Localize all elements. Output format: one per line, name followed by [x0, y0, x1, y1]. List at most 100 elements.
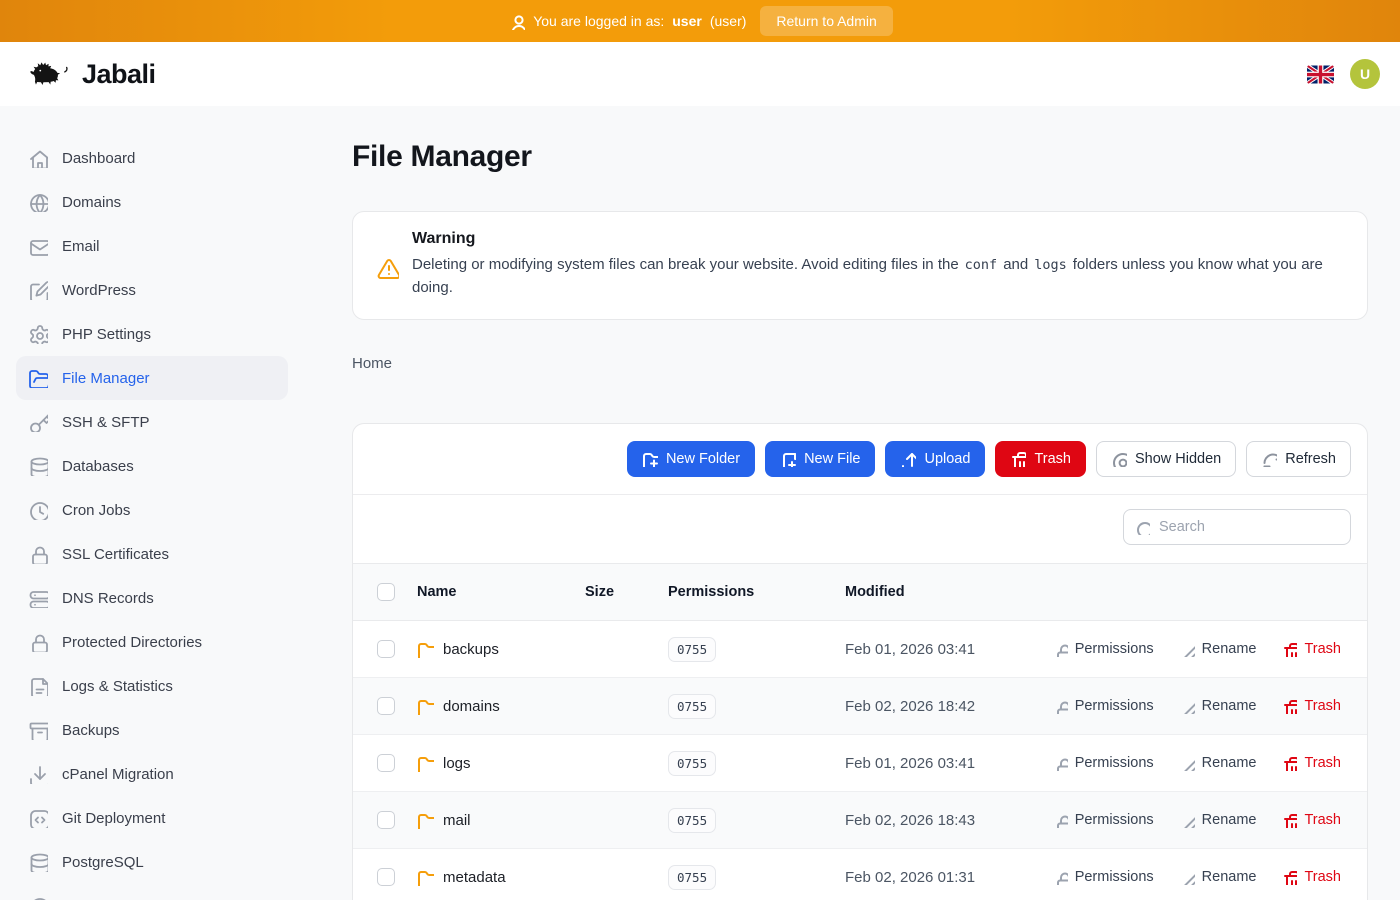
sidebar-item-ssl-certificates[interactable]: SSL Certificates — [16, 532, 288, 576]
table-row: logs 0755 Feb 01, 2026 03:41 Permissions… — [353, 735, 1367, 792]
sidebar-item-databases[interactable]: Databases — [16, 444, 288, 488]
trash-icon — [1282, 642, 1297, 657]
user-avatar[interactable]: U — [1350, 59, 1380, 89]
lock-icon — [1053, 870, 1068, 885]
permissions-action[interactable]: Permissions — [1053, 641, 1154, 657]
file-table: Name Size Permissions Modified backups 0… — [353, 563, 1367, 900]
sidebar-item-label: Logs & Statistics — [62, 678, 173, 695]
edit-icon — [28, 280, 48, 300]
sidebar-item-dashboard[interactable]: Dashboard — [16, 136, 288, 180]
rename-action-label: Rename — [1202, 869, 1257, 885]
sidebar-item-label: cPanel Migration — [62, 766, 174, 783]
boar-logo-icon — [28, 58, 72, 90]
table-header-row: Name Size Permissions Modified — [353, 564, 1367, 621]
permissions-badge: 0755 — [668, 694, 716, 719]
table-row: mail 0755 Feb 02, 2026 18:43 Permissions… — [353, 792, 1367, 849]
row-checkbox[interactable] — [377, 697, 395, 715]
globe-icon — [28, 192, 48, 212]
trash-action[interactable]: Trash — [1282, 755, 1341, 771]
sidebar-item-ssh-sftp[interactable]: SSH & SFTP — [16, 400, 288, 444]
row-checkbox[interactable] — [377, 811, 395, 829]
pencil-icon — [1180, 870, 1195, 885]
sidebar-item-cron-jobs[interactable]: Cron Jobs — [16, 488, 288, 532]
server-icon — [28, 588, 48, 608]
sidebar-item-label: Domains — [62, 194, 121, 211]
rename-action[interactable]: Rename — [1180, 698, 1257, 714]
file-name: metadata — [443, 869, 506, 886]
permissions-action-label: Permissions — [1075, 698, 1154, 714]
permissions-action[interactable]: Permissions — [1053, 755, 1154, 771]
row-checkbox[interactable] — [377, 868, 395, 886]
new-file-button[interactable]: New File — [765, 441, 875, 477]
trash-action[interactable]: Trash — [1282, 641, 1341, 657]
file-manager-panel: New Folder New File Upload Trash Show Hi… — [352, 423, 1368, 900]
permissions-badge: 0755 — [668, 865, 716, 890]
file-name-link[interactable]: mail — [417, 812, 585, 829]
sidebar-item-php-settings[interactable]: PHP Settings — [16, 312, 288, 356]
select-all-checkbox[interactable] — [377, 583, 395, 601]
sidebar-item-protected-directories[interactable]: Protected Directories — [16, 620, 288, 664]
return-to-admin-button[interactable]: Return to Admin — [760, 6, 892, 36]
rename-action[interactable]: Rename — [1180, 812, 1257, 828]
permissions-action[interactable]: Permissions — [1053, 869, 1154, 885]
file-name: backups — [443, 641, 499, 658]
pencil-icon — [1180, 813, 1195, 828]
breadcrumb-home[interactable]: Home — [352, 355, 392, 372]
trash-button[interactable]: Trash — [995, 441, 1086, 477]
sidebar-item-cpanel-migration[interactable]: cPanel Migration — [16, 752, 288, 796]
breadcrumb: Home — [352, 355, 1368, 372]
key-icon — [28, 412, 48, 432]
file-name-link[interactable]: domains — [417, 698, 585, 715]
user-icon — [507, 12, 525, 30]
sidebar-item-dns-records[interactable]: DNS Records — [16, 576, 288, 620]
file-name-link[interactable]: logs — [417, 755, 585, 772]
trash-action-label: Trash — [1304, 641, 1341, 657]
file-name-link[interactable]: backups — [417, 641, 585, 658]
row-checkbox[interactable] — [377, 640, 395, 658]
logged-in-username: user — [672, 13, 702, 29]
permissions-action[interactable]: Permissions — [1053, 698, 1154, 714]
logged-in-role: (user) — [710, 13, 747, 29]
pencil-icon — [1180, 756, 1195, 771]
sidebar-item-next-partial[interactable] — [16, 884, 288, 900]
row-checkbox[interactable] — [377, 754, 395, 772]
folder-icon — [417, 755, 434, 772]
sidebar-item-file-manager[interactable]: File Manager — [16, 356, 288, 400]
sidebar-item-postgresql[interactable]: PostgreSQL — [16, 840, 288, 884]
trash-icon — [1282, 813, 1297, 828]
table-row: metadata 0755 Feb 02, 2026 01:31 Permiss… — [353, 849, 1367, 900]
trash-action[interactable]: Trash — [1282, 812, 1341, 828]
page-title: File Manager — [352, 140, 1368, 174]
upload-button[interactable]: Upload — [885, 441, 985, 477]
permissions-action[interactable]: Permissions — [1053, 812, 1154, 828]
trash-action[interactable]: Trash — [1282, 869, 1341, 885]
new-file-label: New File — [804, 451, 860, 467]
database-icon — [28, 852, 48, 872]
new-folder-button[interactable]: New Folder — [627, 441, 755, 477]
file-name-link[interactable]: metadata — [417, 869, 585, 886]
sidebar-item-git-deployment[interactable]: Git Deployment — [16, 796, 288, 840]
lock-icon — [1053, 813, 1068, 828]
search-input[interactable] — [1123, 509, 1351, 545]
warning-code-logs: logs — [1034, 257, 1067, 273]
trash-action-label: Trash — [1304, 812, 1341, 828]
file-name: logs — [443, 755, 471, 772]
trash-action[interactable]: Trash — [1282, 698, 1341, 714]
pencil-icon — [1180, 642, 1195, 657]
refresh-button[interactable]: Refresh — [1246, 441, 1351, 477]
sidebar-item-label: Protected Directories — [62, 634, 202, 651]
sidebar-item-wordpress[interactable]: WordPress — [16, 268, 288, 312]
sidebar-item-logs-statistics[interactable]: Logs & Statistics — [16, 664, 288, 708]
show-hidden-button[interactable]: Show Hidden — [1096, 441, 1236, 477]
language-flag-icon[interactable] — [1307, 65, 1334, 84]
table-row: domains 0755 Feb 02, 2026 18:42 Permissi… — [353, 678, 1367, 735]
rename-action[interactable]: Rename — [1180, 755, 1257, 771]
rename-action[interactable]: Rename — [1180, 869, 1257, 885]
trash-icon — [1282, 699, 1297, 714]
sidebar-item-backups[interactable]: Backups — [16, 708, 288, 752]
sidebar-item-domains[interactable]: Domains — [16, 180, 288, 224]
modified-date: Feb 02, 2026 18:43 — [845, 792, 1067, 849]
sidebar-item-email[interactable]: Email — [16, 224, 288, 268]
brand-logo[interactable]: Jabali — [28, 58, 156, 90]
rename-action[interactable]: Rename — [1180, 641, 1257, 657]
